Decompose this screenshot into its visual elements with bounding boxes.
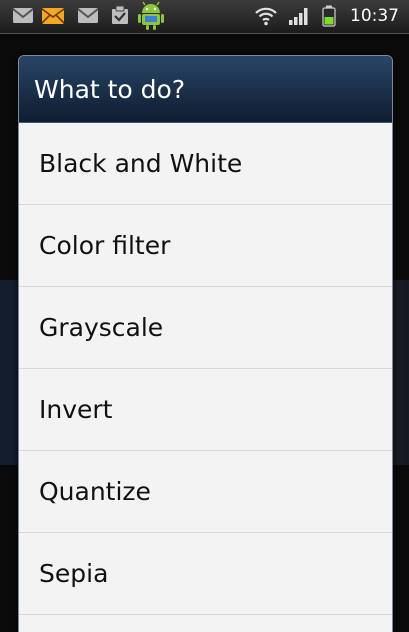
dialog-title: What to do? (34, 74, 186, 104)
option-sepia[interactable]: Sepia (19, 533, 392, 615)
screen: 10:37 What to do? Black and White Color … (0, 0, 409, 632)
option-invert[interactable]: Invert (19, 369, 392, 451)
option-label: Quantize (39, 477, 151, 506)
android-icon (137, 1, 165, 35)
option-black-and-white[interactable]: Black and White (19, 123, 392, 205)
status-bar: 10:37 (0, 0, 409, 34)
wifi-icon (254, 6, 278, 30)
option-label: Black and White (39, 149, 243, 178)
gmail-icon (77, 7, 99, 28)
option-label: Sepia (39, 559, 109, 588)
option-quantize[interactable]: Quantize (19, 451, 392, 533)
option-label: Invert (39, 395, 113, 424)
action-dialog: What to do? Black and White Color filter… (18, 55, 393, 632)
gmail-icon (12, 7, 34, 28)
email-icon (41, 7, 65, 29)
task-icon (110, 5, 130, 29)
option-color-filter[interactable]: Color filter (19, 205, 392, 287)
dialog-option-list: Black and White Color filter Grayscale I… (19, 123, 392, 632)
battery-icon (322, 5, 336, 31)
option-label: Color filter (39, 231, 171, 260)
status-clock: 10:37 (350, 6, 399, 26)
dialog-header: What to do? (19, 56, 392, 123)
option-label: Grayscale (39, 313, 164, 342)
option-grayscale[interactable]: Grayscale (19, 287, 392, 369)
signal-icon (288, 6, 310, 30)
